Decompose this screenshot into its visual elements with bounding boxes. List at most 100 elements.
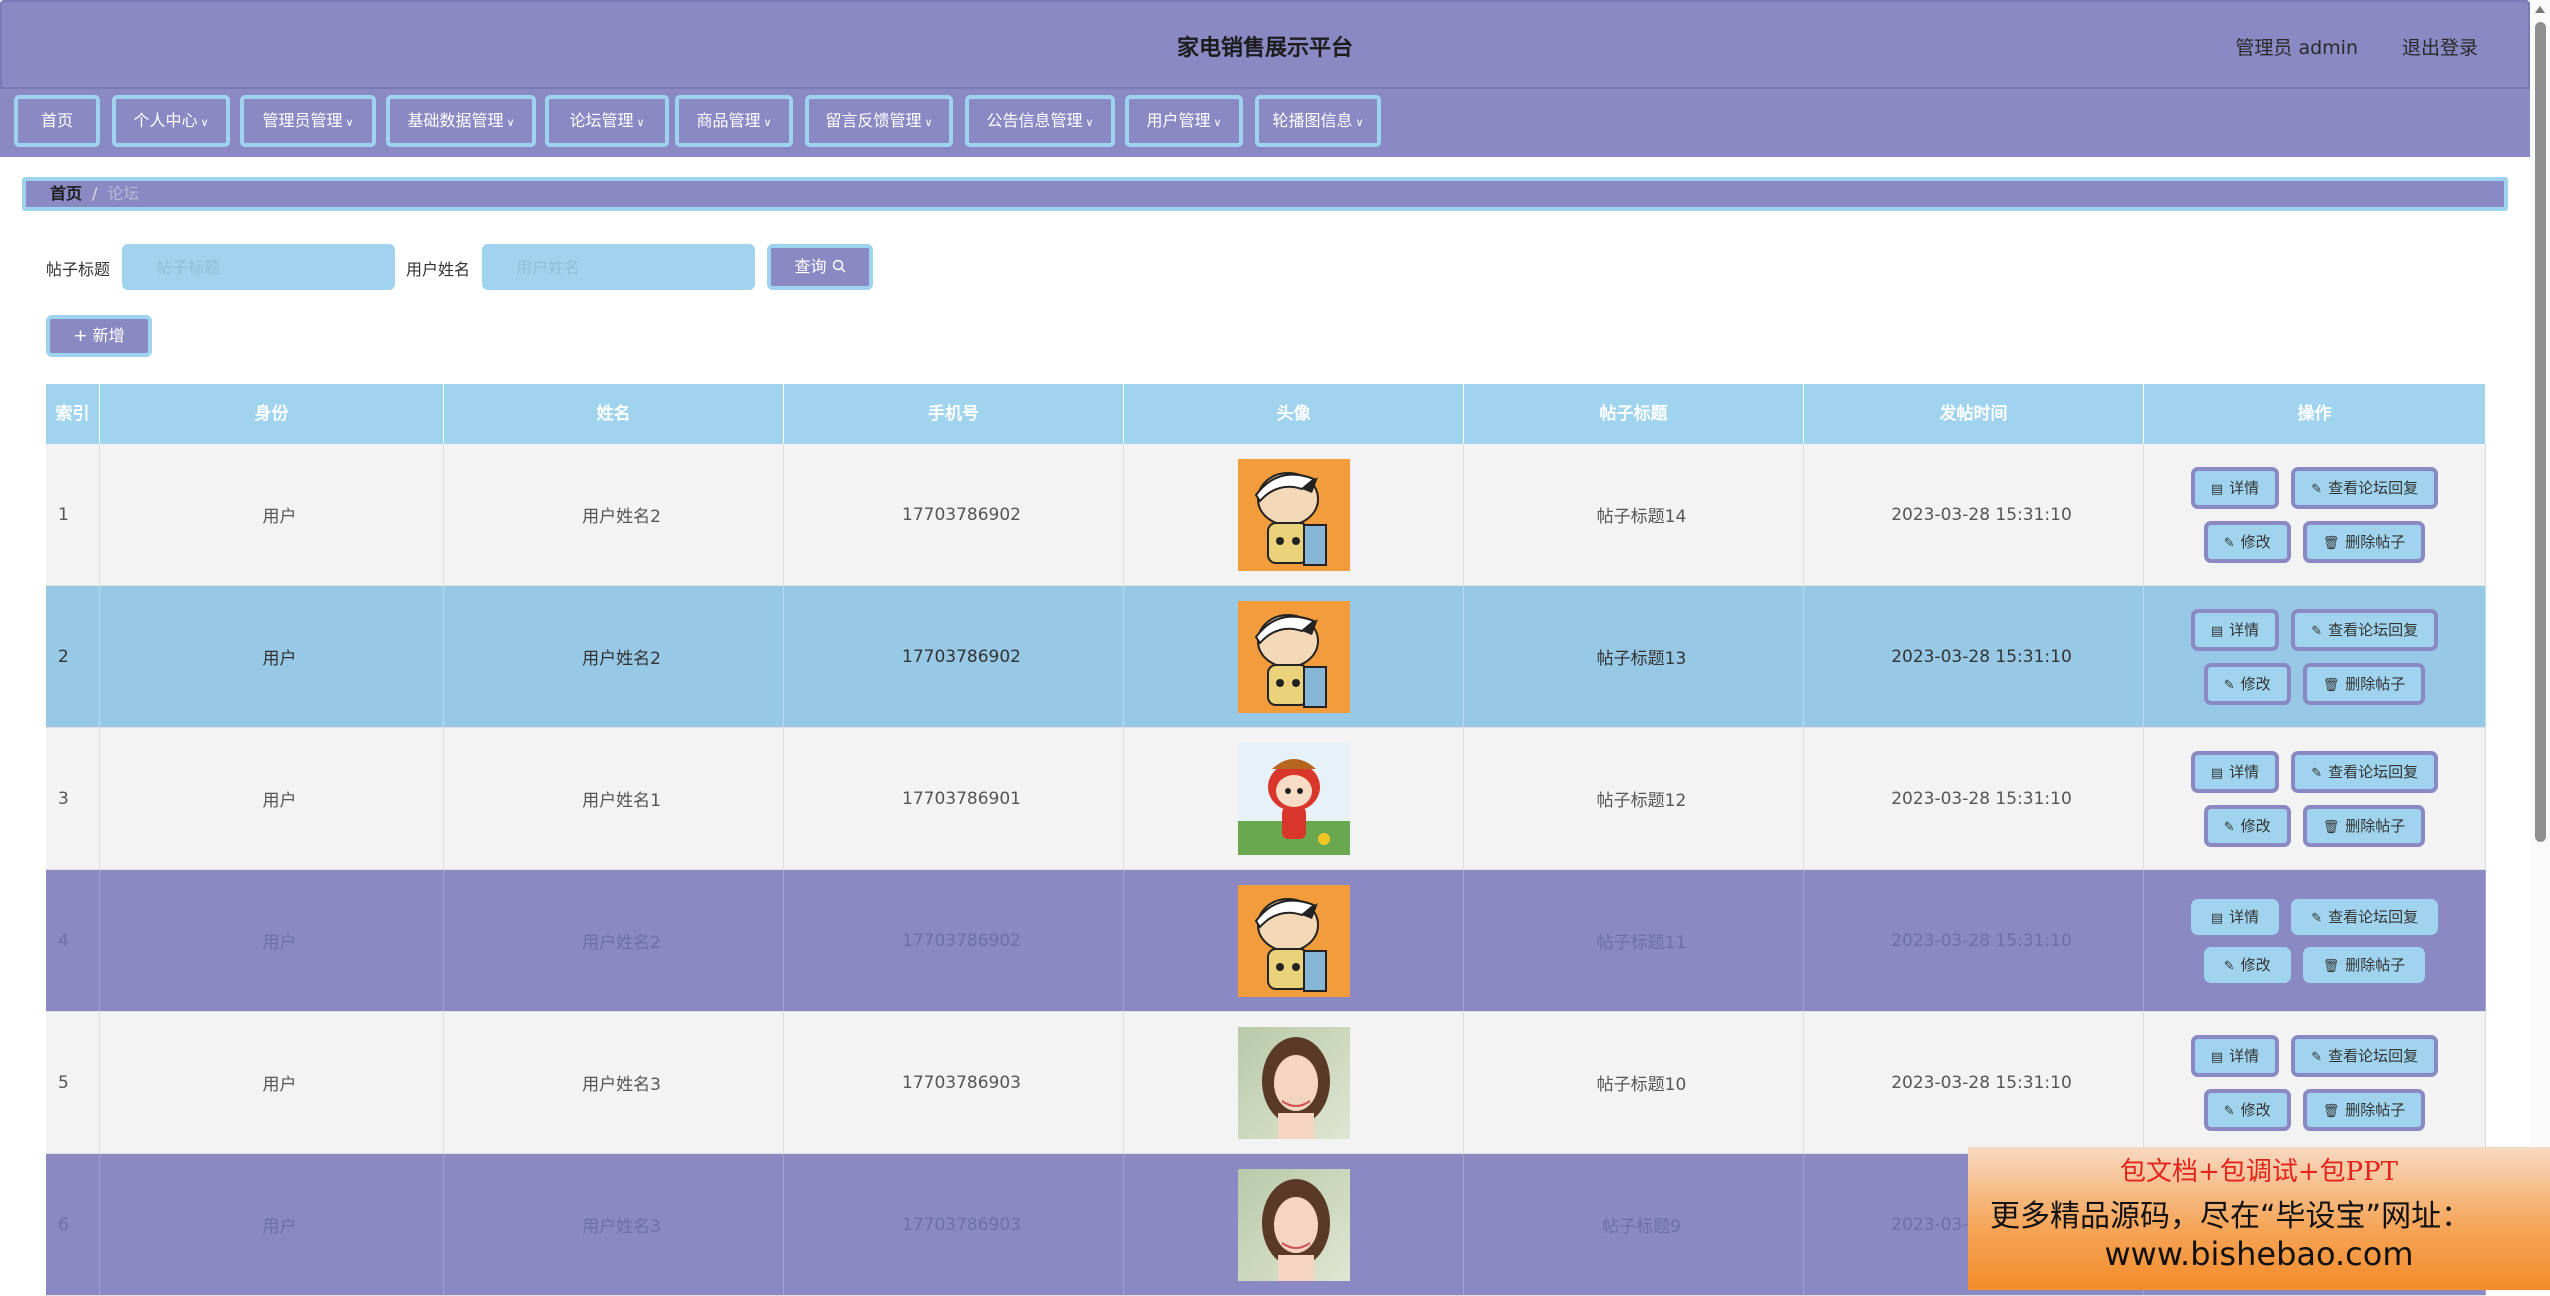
ad-line-2: 更多精品源码，尽在“毕设宝”网址：: [1990, 1199, 2472, 1234]
detail-button-label: 详情: [2229, 762, 2260, 781]
edit-button[interactable]: ✎ 修改: [2203, 520, 2291, 563]
cell-phone: 17703786902: [784, 444, 1124, 585]
cell-name: 用户姓名3: [444, 1012, 784, 1153]
column-header-7: 操作: [2144, 384, 2486, 444]
nav-item-9[interactable]: 轮播图信息 ∨: [1255, 95, 1381, 147]
view-replies-button[interactable]: ✎ 查看论坛回复: [2291, 898, 2439, 935]
delete-button[interactable]: 🗑 删除帖子: [2302, 1088, 2426, 1131]
edit-button[interactable]: ✎ 修改: [2203, 1088, 2291, 1131]
view-replies-button[interactable]: ✎ 查看论坛回复: [2291, 1034, 2439, 1077]
view-replies-button[interactable]: ✎ 查看论坛回复: [2291, 750, 2439, 793]
detail-button-label: 详情: [2229, 478, 2260, 497]
edit-icon: ✎: [2223, 958, 2235, 974]
user-name-label: 用户姓名: [406, 260, 471, 279]
avatar-cell: [1124, 870, 1464, 1011]
column-header-5[interactable]: 帖子标题: [1464, 384, 1804, 444]
trash-icon: 🗑: [2322, 535, 2340, 551]
detail-button[interactable]: ▤ 详情: [2190, 898, 2280, 935]
view-replies-button[interactable]: ✎ 查看论坛回复: [2291, 466, 2439, 509]
edit-button-label: 修改: [2240, 674, 2271, 693]
delete-button[interactable]: 🗑 删除帖子: [2302, 520, 2426, 563]
nav-item-label: 留言反馈管理: [825, 111, 922, 130]
edit-icon: ✎: [2223, 535, 2235, 551]
cell-index: 2: [46, 586, 100, 727]
edit-button-label: 修改: [2240, 1100, 2271, 1119]
avatar[interactable]: [1237, 458, 1350, 571]
document-icon: ▤: [2210, 910, 2224, 926]
nav-item-5[interactable]: 商品管理 ∨: [675, 95, 793, 147]
nav-item-label: 基础数据管理: [407, 111, 504, 130]
view-replies-button[interactable]: ✎ 查看论坛回复: [2291, 608, 2439, 651]
avatar[interactable]: [1237, 600, 1350, 713]
edit-button-label: 修改: [2240, 955, 2271, 974]
trash-icon: 🗑: [2322, 958, 2340, 974]
column-header-1[interactable]: 身份: [100, 384, 444, 444]
cell-post-title: 帖子标题12: [1464, 728, 1804, 869]
nav-item-2[interactable]: 管理员管理 ∨: [240, 95, 376, 147]
cell-identity: 用户: [100, 586, 444, 727]
detail-button[interactable]: ▤ 详情: [2190, 750, 2280, 793]
breadcrumb-home[interactable]: 首页: [50, 184, 82, 203]
cell-name: 用户姓名1: [444, 728, 784, 869]
avatar[interactable]: [1237, 742, 1350, 855]
detail-button[interactable]: ▤ 详情: [2190, 466, 2280, 509]
cell-time: 2023-03-28 15:31:10: [1804, 444, 2144, 585]
ad-line-1: 包文档+包调试+包PPT: [2120, 1157, 2398, 1187]
delete-button[interactable]: 🗑 删除帖子: [2302, 662, 2426, 705]
nav-item-7[interactable]: 公告信息管理 ∨: [965, 95, 1115, 147]
avatar[interactable]: [1237, 884, 1350, 997]
column-header-4[interactable]: 头像: [1124, 384, 1464, 444]
query-button-label: 查询: [794, 257, 827, 276]
actions-cell: ▤ 详情 ✎ 查看论坛回复 ✎ 修改 🗑 删除帖子: [2144, 1012, 2486, 1153]
detail-button[interactable]: ▤ 详情: [2190, 1034, 2280, 1077]
breadcrumb: 首页 / 论坛: [22, 177, 2508, 211]
edit-icon: ✎: [2311, 1049, 2323, 1065]
delete-button[interactable]: 🗑 删除帖子: [2302, 804, 2426, 847]
nav-item-3[interactable]: 基础数据管理 ∨: [386, 95, 536, 147]
cell-post-title: 帖子标题9: [1464, 1154, 1804, 1295]
cell-name: 用户姓名2: [444, 870, 784, 1011]
page-scrollbar[interactable]: [2530, 0, 2550, 1290]
nav-item-4[interactable]: 论坛管理 ∨: [545, 95, 669, 147]
avatar[interactable]: [1237, 1168, 1350, 1281]
table-header: 索引 身份 姓名 手机号 头像 帖子标题 发帖时间 操作: [46, 384, 2486, 444]
document-icon: ▤: [2210, 623, 2224, 639]
edit-button[interactable]: ✎ 修改: [2203, 662, 2291, 705]
detail-button[interactable]: ▤ 详情: [2190, 608, 2280, 651]
nav-item-0[interactable]: 首页: [14, 95, 100, 147]
cell-phone: 17703786903: [784, 1012, 1124, 1153]
avatar[interactable]: [1237, 1026, 1350, 1139]
document-icon: ▤: [2210, 1049, 2224, 1065]
view-replies-button-label: 查看论坛回复: [2328, 762, 2419, 781]
edit-button[interactable]: ✎ 修改: [2203, 804, 2291, 847]
nav-item-label: 管理员管理: [262, 111, 343, 130]
delete-button-label: 删除帖子: [2345, 816, 2406, 835]
scrollbar-thumb[interactable]: [2535, 22, 2546, 842]
add-button[interactable]: + 新增: [46, 315, 152, 357]
cell-index: 6: [46, 1154, 100, 1295]
query-button[interactable]: 查询: [767, 244, 873, 290]
avatar-cell: [1124, 1012, 1464, 1153]
column-header-6[interactable]: 发帖时间: [1804, 384, 2144, 444]
column-header-2[interactable]: 姓名: [444, 384, 784, 444]
column-header-3[interactable]: 手机号: [784, 384, 1124, 444]
nav-item-label: 用户管理: [1146, 111, 1211, 130]
edit-button[interactable]: ✎ 修改: [2203, 946, 2291, 983]
delete-button[interactable]: 🗑 删除帖子: [2302, 946, 2426, 983]
nav-item-label: 轮播图信息: [1272, 111, 1353, 130]
cell-time: 2023-03-28 15:31:10: [1804, 870, 2144, 1011]
actions-cell: ▤ 详情 ✎ 查看论坛回复 ✎ 修改 🗑 删除帖子: [2144, 586, 2486, 727]
table-row: 4 用户 用户姓名2 17703786902 帖子标题11 2023-03-28 15:3…: [46, 870, 2486, 1012]
nav-item-6[interactable]: 留言反馈管理 ∨: [805, 95, 953, 147]
post-title-input[interactable]: [122, 244, 395, 290]
scroll-up-arrow-icon[interactable]: [2535, 6, 2545, 13]
user-name-input[interactable]: [482, 244, 755, 290]
ad-banner[interactable]: 包文档+包调试+包PPT 更多精品源码，尽在“毕设宝”网址： www.bishe…: [1968, 1147, 2550, 1290]
plus-icon: +: [73, 326, 88, 346]
avatar-cell: [1124, 1154, 1464, 1295]
cell-identity: 用户: [100, 870, 444, 1011]
nav-item-1[interactable]: 个人中心 ∨: [112, 95, 230, 147]
edit-icon: ✎: [2311, 910, 2323, 926]
logout-link[interactable]: 退出登录: [2402, 33, 2478, 60]
nav-item-8[interactable]: 用户管理 ∨: [1125, 95, 1243, 147]
